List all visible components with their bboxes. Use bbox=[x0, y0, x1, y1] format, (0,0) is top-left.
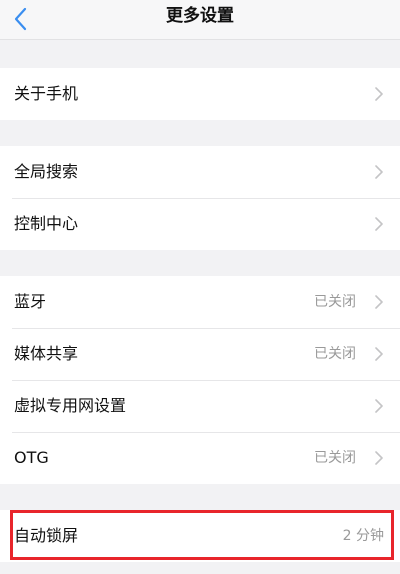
settings-row-label: OTG bbox=[14, 448, 49, 467]
settings-row-label: 虚拟专用网设置 bbox=[14, 396, 127, 415]
settings-row-label: 媒体共享 bbox=[14, 344, 79, 363]
settings-row-status: 已关闭 bbox=[314, 346, 356, 362]
settings-row-label: 控制中心 bbox=[14, 214, 79, 233]
settings-row-label: 蓝牙 bbox=[14, 292, 47, 311]
settings-row-label: 全局搜索 bbox=[14, 162, 79, 181]
settings-row-media-sharing[interactable]: 媒体共享 已关闭 bbox=[0, 328, 400, 380]
chevron-right-icon bbox=[374, 216, 384, 232]
settings-row-label: 关于手机 bbox=[14, 84, 79, 103]
top-bar: 更多设置 bbox=[0, 0, 400, 40]
settings-row-global-search[interactable]: 全局搜索 bbox=[0, 146, 400, 198]
settings-row-control-center[interactable]: 控制中心 bbox=[0, 198, 400, 250]
settings-row-label: 自动锁屏 bbox=[14, 526, 79, 545]
settings-group-connections: 蓝牙 已关闭 媒体共享 已关闭 虚拟专用网设置 OTG 已关闭 bbox=[0, 276, 400, 484]
chevron-right-icon bbox=[374, 346, 384, 362]
settings-row-bluetooth[interactable]: 蓝牙 已关闭 bbox=[0, 276, 400, 328]
settings-row-vpn[interactable]: 虚拟专用网设置 bbox=[0, 380, 400, 432]
settings-row-status: 已关闭 bbox=[314, 294, 356, 310]
chevron-right-icon bbox=[374, 450, 384, 466]
settings-row-otg[interactable]: OTG 已关闭 bbox=[0, 432, 400, 484]
settings-row-status: 2 分钟 bbox=[342, 528, 384, 544]
settings-row-about-phone[interactable]: 关于手机 bbox=[0, 68, 400, 120]
chevron-right-icon bbox=[374, 86, 384, 102]
page-title: 更多设置 bbox=[166, 6, 234, 26]
chevron-right-icon bbox=[374, 294, 384, 310]
settings-group-about: 关于手机 bbox=[0, 68, 400, 120]
settings-group-system: 全局搜索 控制中心 bbox=[0, 146, 400, 250]
settings-row-auto-lock[interactable]: 自动锁屏 2 分钟 bbox=[0, 510, 400, 562]
chevron-right-icon bbox=[374, 398, 384, 414]
chevron-right-icon bbox=[374, 164, 384, 180]
settings-row-status: 已关闭 bbox=[314, 450, 356, 466]
settings-group-display: 自动锁屏 2 分钟 bbox=[0, 510, 400, 562]
